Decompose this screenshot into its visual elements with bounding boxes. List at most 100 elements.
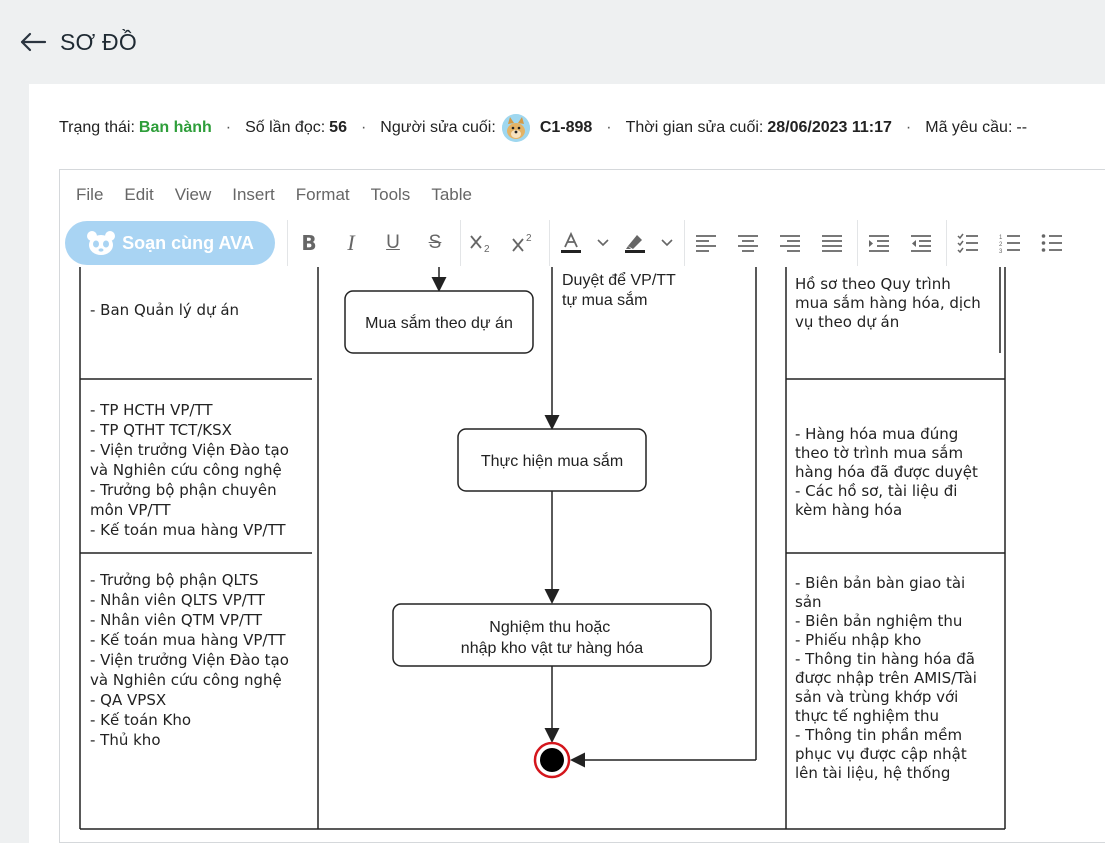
bold-button[interactable]: B [288,220,330,266]
role-line: - Kế toán mua hàng VP/TT [90,521,286,539]
output-line: - Thông tin phần mềm [795,726,962,744]
text-color-dropdown[interactable] [592,220,614,266]
box-acceptance-line: nhập kho vật tư hàng hóa [461,640,644,657]
output-line: - Biên bản bàn giao tài [795,574,965,592]
compose-with-ava-button[interactable]: Soạn cùng AVA [65,221,275,265]
checklist-button[interactable] [947,220,989,266]
role-line: - Trưởng bộ phận QLTS [90,571,259,589]
menu-edit[interactable]: Edit [124,185,153,205]
back-button[interactable] [18,27,48,57]
output-cell-3: - Biên bản bàn giao tài sản - Biên bản n… [795,574,982,782]
flow-note-line: tự mua sắm [562,290,647,309]
subscript-button[interactable]: 2 [461,220,503,266]
status-badge: Ban hành [138,119,212,136]
text-color-icon [561,231,581,253]
subscript-icon: 2 [470,235,490,254]
underline-button[interactable]: U [372,220,414,266]
document-meta: Trạng thái: Ban hành · Số lần đọc: 56 · … [59,114,1028,142]
reads-count: 56 [329,119,347,136]
role-line: - QA VPSX [90,691,166,709]
role-line: - Viện trưởng Viện Đào tạo [90,441,289,459]
numbered-list-button[interactable]: 123 [989,220,1031,266]
output-line: - Phiếu nhập kho [795,631,921,649]
align-right-button[interactable] [769,220,811,266]
time-label: Thời gian sửa cuối: [625,119,764,136]
output-line: sản và trùng khớp với [795,688,958,706]
output-line: thực tế nghiệm thu [795,707,939,725]
output-line: phục vụ được cập nhật [795,745,967,763]
outdent-icon [911,235,931,252]
request-value: -- [1016,119,1028,136]
outdent-button[interactable] [900,220,942,266]
svg-text:1: 1 [999,235,1003,241]
box-purchase-project-label: Mua sắm theo dự án [365,313,513,332]
editor-content[interactable]: - Ban Quản lý dự án - TP HCTH VP/TT - TP… [60,267,1105,843]
arrow-left-icon [20,32,47,52]
output-line: - Các hồ sơ, tài liệu đi [795,482,957,500]
output-line: lên tài liệu, hệ thống [795,764,950,782]
role-line: - TP QTHT TCT/KSX [90,421,232,439]
highlight-color-dropdown[interactable] [656,220,678,266]
role-line: - Nhân viên QLTS VP/TT [90,591,266,609]
align-justify-button[interactable] [811,220,853,266]
output-line: hàng hóa đã được duyệt [795,463,978,481]
output-line: sản [795,593,822,611]
menu-file[interactable]: File [76,185,103,205]
role-line: và Nghiên cứu công nghệ [90,461,282,479]
strikethrough-button[interactable]: S [414,220,456,266]
box-execute-purchase-label: Thực hiện mua sắm [481,451,623,470]
output-line: được nhập trên AMIS/Tài [795,669,977,687]
role-line: - Trưởng bộ phận chuyên [90,481,277,499]
align-justify-icon [822,235,842,252]
role-line: - Nhân viên QTM VP/TT [90,611,263,629]
superscript-icon: 2 [512,233,532,252]
role-line: - Viện trưởng Viện Đào tạo [90,651,289,669]
menu-insert[interactable]: Insert [232,185,275,205]
box-acceptance-line: Nghiệm thu hoặc [489,619,610,636]
underline-icon: U [386,232,400,253]
menu-tools[interactable]: Tools [371,185,411,205]
svg-text:3: 3 [999,249,1003,253]
editor-menubar: File Edit View Insert Format Tools Table [60,170,1105,220]
highlight-color-button[interactable] [614,220,656,266]
role-line: - Kế toán Kho [90,711,191,729]
menu-format[interactable]: Format [296,185,350,205]
separator-dot: · [360,119,367,136]
output-line: vụ theo dự án [795,313,899,331]
panda-icon [87,231,116,255]
role-cell-2: - TP HCTH VP/TT - TP QTHT TCT/KSX - Viện… [90,401,294,539]
role-line: và Nghiên cứu công nghệ [90,671,282,689]
output-line: - Biên bản nghiệm thu [795,612,962,630]
output-cell-2: - Hàng hóa mua đúng theo tờ trình mua sắ… [795,425,983,519]
output-cell-1: Hồ sơ theo Quy trình mua sắm hàng hóa, d… [795,275,986,331]
rich-text-editor: File Edit View Insert Format Tools Table… [59,169,1105,843]
bullet-list-button[interactable] [1031,220,1073,266]
role-line: môn VP/TT [90,501,171,519]
status-label: Trạng thái: [59,119,135,136]
menu-view[interactable]: View [175,185,212,205]
checklist-icon [957,233,978,253]
indent-button[interactable] [858,220,900,266]
numbered-list-icon: 123 [999,235,1020,253]
role-line: - Thủ kho [90,731,161,749]
page-title: SƠ ĐỒ [60,28,137,55]
bold-icon: B [301,231,317,255]
chevron-down-icon [661,239,673,247]
role-cell-1: - Ban Quản lý dự án [90,301,239,319]
avatar[interactable] [501,114,530,142]
menu-table[interactable]: Table [431,185,472,205]
output-line: - Hàng hóa mua đúng [795,425,958,443]
align-center-button[interactable] [727,220,769,266]
svg-text:2: 2 [526,233,532,244]
output-line: - Thông tin hàng hóa đã [795,650,975,668]
separator-dot: · [225,119,232,136]
italic-button[interactable]: I [330,220,372,266]
highlighter-icon [625,235,645,253]
role-line: - TP HCTH VP/TT [90,401,213,419]
text-color-button[interactable] [550,220,592,266]
superscript-button[interactable]: 2 [503,220,545,266]
dog-avatar-icon [501,114,530,142]
align-left-icon [696,235,716,252]
role-cell-3: - Trưởng bộ phận QLTS - Nhân viên QLTS V… [90,571,294,749]
align-left-button[interactable] [685,220,727,266]
